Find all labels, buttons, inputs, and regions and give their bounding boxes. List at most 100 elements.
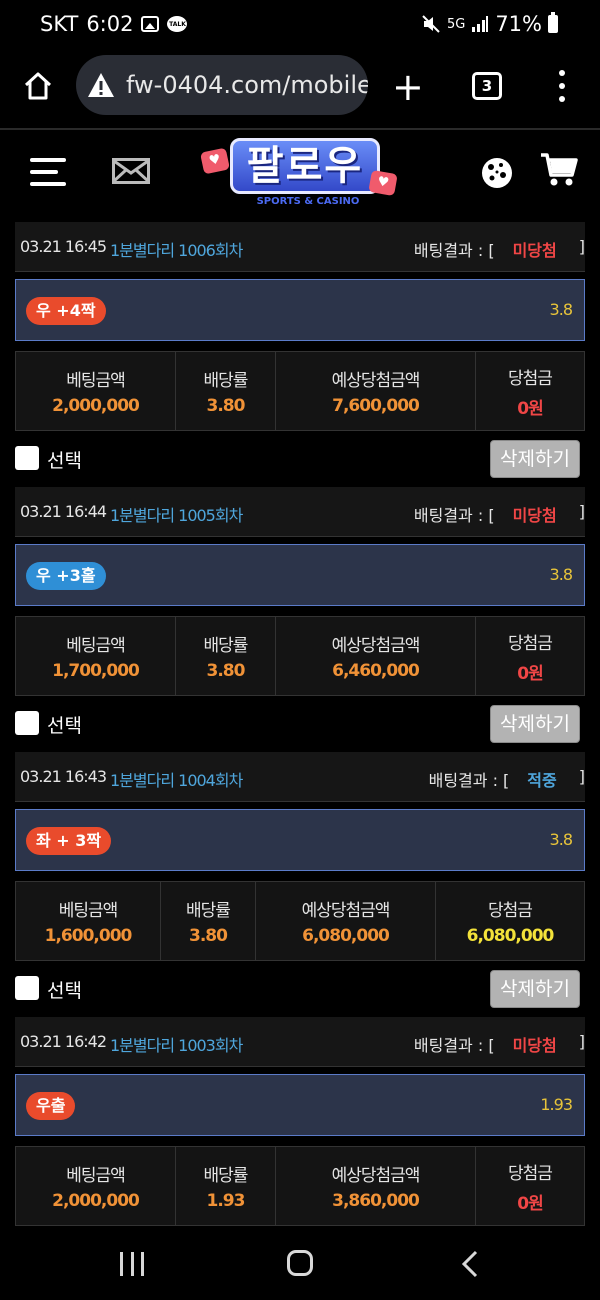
delete-button[interactable]: 삭제하기 — [490, 440, 580, 478]
hamburger-menu-icon[interactable] — [30, 158, 66, 186]
network-type-label: 5G — [446, 16, 466, 32]
bet-select-row: 선택 삭제하기 — [15, 440, 585, 480]
select-checkbox[interactable] — [15, 976, 39, 1000]
win-amount-header: 당첨금 — [488, 901, 533, 921]
recent-apps-icon[interactable] — [120, 1252, 144, 1276]
bet-pick-badge: 우출 — [26, 1092, 76, 1120]
select-checkbox[interactable] — [15, 446, 39, 470]
kakaotalk-notification-icon: TALK — [167, 16, 188, 32]
select-label[interactable]: 선택 — [47, 711, 82, 738]
status-bar-left: SKT 6:02 TALK — [40, 12, 188, 36]
more-menu-icon[interactable] — [555, 70, 569, 102]
site-header: ♥ 팔로우 ♥ SPORTS & CASINO — [0, 132, 600, 218]
bet-amount-header: 베팅금액 — [66, 1166, 126, 1186]
bet-result: 배팅결과 : [ 미당첨 ] — [414, 237, 585, 261]
warning-icon[interactable] — [86, 71, 116, 99]
status-bar-right: 5G 71% — [421, 12, 558, 36]
bet-time: 03.21 16:43 — [20, 767, 107, 786]
odds-value: 1.93 — [206, 1191, 246, 1211]
home-nav-icon[interactable] — [287, 1250, 313, 1276]
bet-time: 03.21 16:42 — [20, 1032, 107, 1051]
expected-win-header: 예상당첨금액 — [301, 901, 391, 921]
win-amount-value: 0원 — [517, 1193, 543, 1214]
bet-pick-row: 우 +4짝 3.8 — [15, 279, 585, 341]
win-amount-cell: 당첨금 6,080,000 — [436, 882, 584, 960]
bet-status-badge: 미당첨 — [512, 1036, 557, 1055]
browser-toolbar: fw-0404.com/mobile + 3 — [0, 50, 600, 130]
back-icon[interactable] — [458, 1250, 480, 1278]
heart-left-icon: ♥ — [199, 147, 231, 175]
site-logo[interactable]: ♥ 팔로우 ♥ SPORTS & CASINO — [199, 136, 400, 212]
bet-detail-table: 베팅금액 1,700,000 배당률 3.80 예상당첨금액 6,460,000… — [15, 616, 585, 696]
carrier-label: SKT — [40, 12, 79, 36]
expected-win-value: 6,080,000 — [302, 926, 390, 946]
expected-win-header: 예상당첨금액 — [331, 636, 421, 656]
select-checkbox[interactable] — [15, 711, 39, 735]
bet-amount-cell: 베팅금액 1,600,000 — [16, 882, 161, 960]
bet-result-label: 배팅결과 : [ — [413, 241, 495, 260]
cart-icon[interactable] — [540, 152, 578, 188]
delete-button[interactable]: 삭제하기 — [490, 705, 580, 743]
bet-amount-value: 1,700,000 — [52, 661, 140, 681]
expected-win-cell: 예상당첨금액 6,080,000 — [256, 882, 436, 960]
bet-game-round[interactable]: 1분별다리 1005회차 — [110, 502, 243, 526]
bet-time: 03.21 16:44 — [20, 502, 107, 521]
bet-result-close: ] — [578, 237, 585, 256]
logo-wordmark: 팔로우 — [230, 138, 380, 194]
bet-pick-odds: 3.8 — [549, 830, 573, 849]
expected-win-value: 7,600,000 — [332, 396, 420, 416]
bet-pick-row: 좌 + 3짝 3.8 — [15, 809, 585, 871]
bet-header: 03.21 16:44 1분별다리 1005회차 배팅결과 : [ 미당첨 ] — [15, 487, 585, 537]
battery-percent-label: 71% — [495, 12, 542, 36]
bet-game-round[interactable]: 1분별다리 1004회차 — [110, 767, 243, 791]
bet-amount-value: 2,000,000 — [52, 396, 140, 416]
heart-right-icon: ♥ — [368, 169, 398, 197]
odds-value: 3.80 — [189, 926, 228, 946]
expected-win-cell: 예상당첨금액 6,460,000 — [276, 617, 476, 695]
win-amount-cell: 당첨금 0원 — [476, 352, 584, 430]
gallery-notification-icon — [141, 16, 160, 32]
bet-result: 배팅결과 : [ 적중 ] — [429, 767, 585, 791]
clock-label: 6:02 — [86, 12, 134, 36]
win-amount-value: 0원 — [517, 398, 543, 419]
expected-win-cell: 예상당첨금액 7,600,000 — [276, 352, 476, 430]
odds-header: 배당률 — [186, 901, 231, 921]
bet-game-round[interactable]: 1분별다리 1003회차 — [110, 1032, 243, 1056]
delete-button[interactable]: 삭제하기 — [490, 970, 580, 1008]
odds-value: 3.80 — [206, 661, 246, 681]
bet-pick-badge: 우 +3홀 — [26, 562, 106, 590]
bet-amount-header: 베팅금액 — [66, 371, 126, 391]
cookie-icon[interactable] — [480, 156, 514, 190]
bet-header: 03.21 16:45 1분별다리 1006회차 배팅결과 : [ 미당첨 ] — [15, 222, 585, 272]
bet-game-round[interactable]: 1분별다리 1006회차 — [110, 237, 243, 261]
battery-icon — [548, 12, 558, 33]
bet-pick-odds: 3.8 — [549, 300, 573, 319]
select-label[interactable]: 선택 — [47, 976, 82, 1003]
address-bar[interactable]: fw-0404.com/mobile — [76, 55, 368, 115]
win-amount-header: 당첨금 — [508, 368, 553, 389]
expected-win-cell: 예상당첨금액 3,860,000 — [276, 1147, 476, 1225]
home-icon[interactable] — [22, 70, 54, 102]
new-tab-button[interactable]: + — [392, 68, 424, 106]
bet-header: 03.21 16:43 1분별다리 1004회차 배팅결과 : [ 적중 ] — [15, 752, 585, 802]
bet-history-list[interactable]: 03.21 16:45 1분별다리 1006회차 배팅결과 : [ 미당첨 ] … — [0, 218, 600, 1230]
bet-status-badge: 적중 — [527, 771, 557, 790]
win-amount-cell: 당첨금 0원 — [476, 1147, 584, 1225]
select-label[interactable]: 선택 — [47, 446, 82, 473]
bet-pick-odds: 1.93 — [540, 1095, 573, 1114]
system-nav-bar — [0, 1230, 600, 1300]
bet-pick-badge: 우 +4짝 — [26, 297, 106, 325]
bet-pick-badge: 좌 + 3짝 — [26, 827, 112, 855]
odds-cell: 배당률 3.80 — [176, 352, 276, 430]
odds-cell: 배당률 3.80 — [176, 617, 276, 695]
bet-time: 03.21 16:45 — [20, 237, 107, 256]
tab-switcher-button[interactable]: 3 — [472, 72, 502, 100]
bet-amount-header: 베팅금액 — [66, 636, 126, 656]
bet-pick-row: 우 +3홀 3.8 — [15, 544, 585, 606]
expected-win-header: 예상당첨금액 — [331, 371, 421, 391]
bet-amount-cell: 베팅금액 2,000,000 — [16, 352, 176, 430]
mail-icon[interactable] — [112, 158, 150, 184]
bet-amount-header: 베팅금액 — [58, 901, 119, 921]
bet-status-badge: 미당첨 — [512, 241, 557, 260]
expected-win-value: 6,460,000 — [332, 661, 420, 681]
